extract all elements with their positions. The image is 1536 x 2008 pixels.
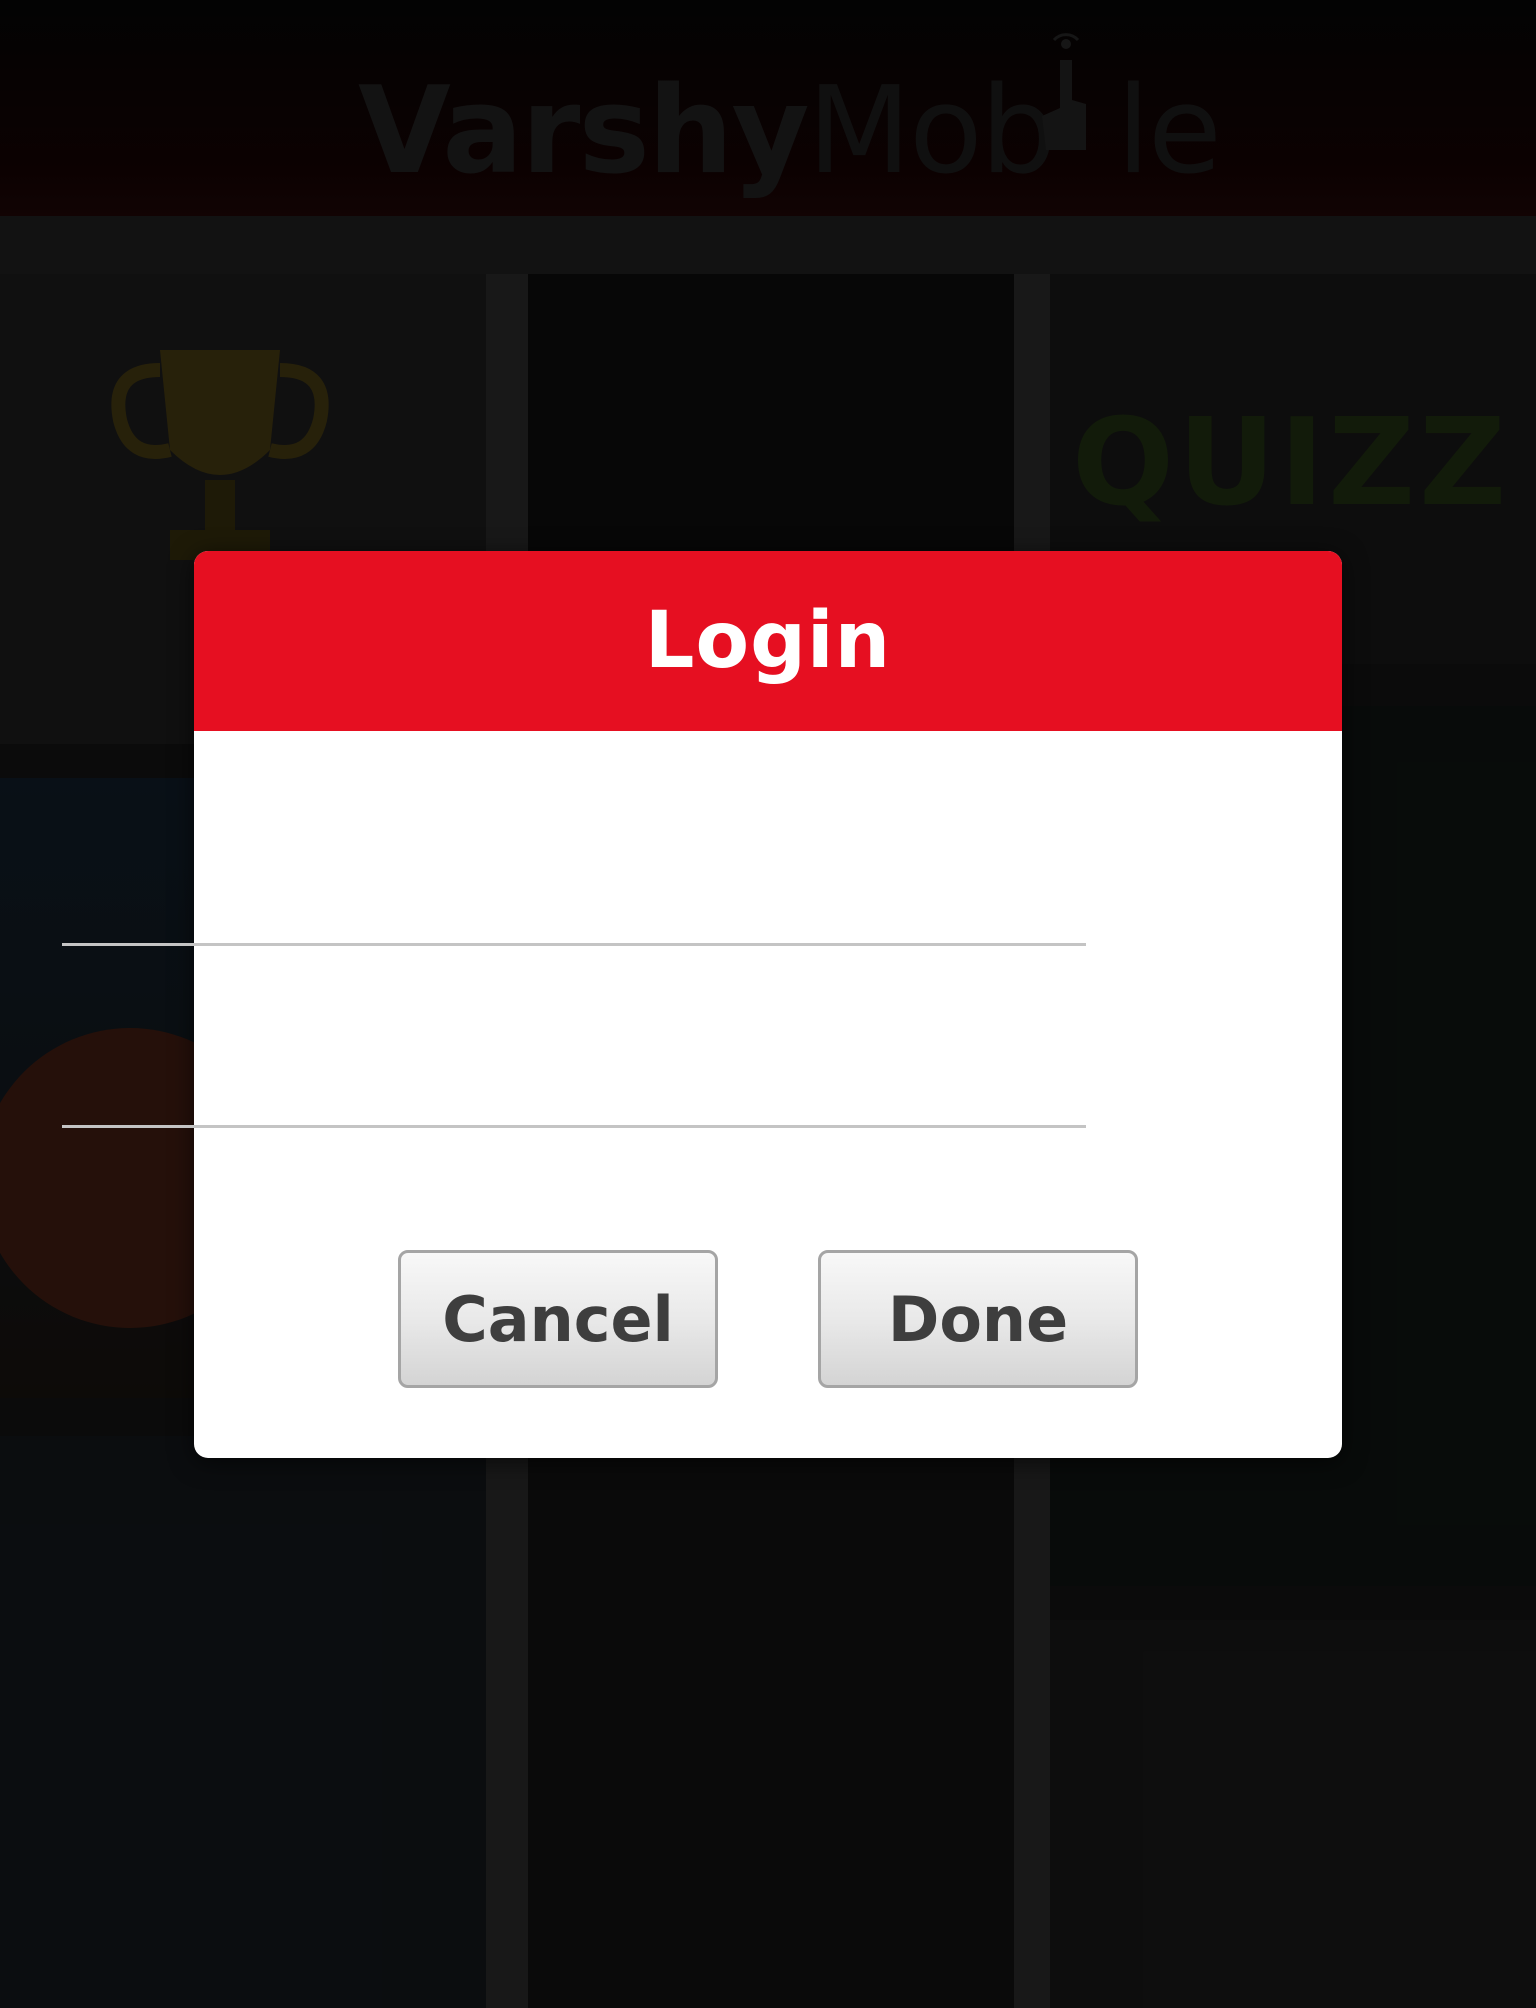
- app-screen: Varshy Mob le QUIZZ Login Cancel Done: [0, 0, 1536, 2008]
- password-field[interactable]: [62, 1040, 1086, 1128]
- login-dialog: Login: [194, 551, 1342, 1458]
- login-dialog-header: Login: [194, 551, 1342, 731]
- login-dialog-title: Login: [644, 596, 892, 686]
- done-button[interactable]: Done: [818, 1250, 1138, 1388]
- cancel-button[interactable]: Cancel: [398, 1250, 718, 1388]
- username-field[interactable]: [62, 858, 1086, 946]
